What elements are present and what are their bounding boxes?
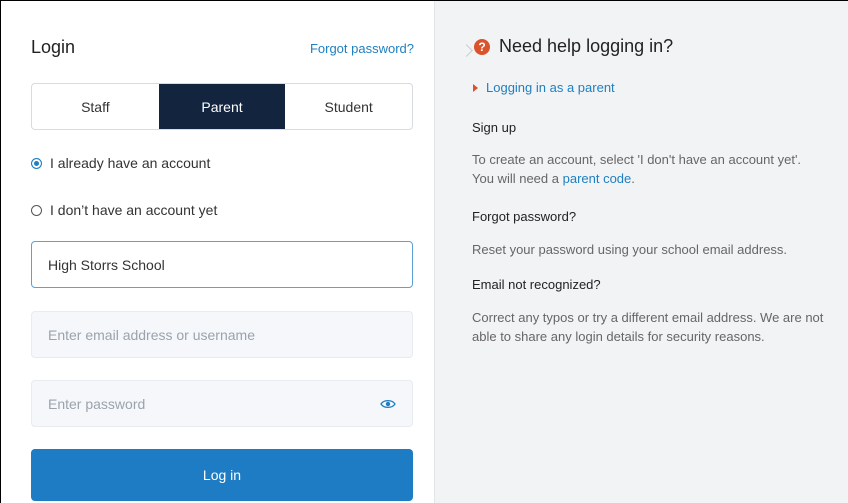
no-account-option[interactable]: I don’t have an account yet (31, 202, 217, 218)
tab-staff[interactable]: Staff (32, 84, 159, 129)
school-value: High Storrs School (48, 256, 165, 273)
question-icon: ? (474, 38, 490, 55)
forgot-heading: Forgot password? (472, 209, 577, 224)
role-tabs: Staff Parent Student (31, 83, 413, 130)
tab-student[interactable]: Student (285, 84, 412, 129)
parent-code-link[interactable]: parent code (563, 171, 632, 186)
eye-icon[interactable] (380, 396, 396, 412)
help-title-text: Need help logging in? (499, 36, 674, 56)
email-field[interactable]: Enter email address or username (31, 311, 413, 358)
school-field[interactable]: High Storrs School (31, 241, 413, 288)
password-placeholder: Enter password (48, 395, 146, 412)
signup-text-1: To create an account, select 'I don't ha… (472, 152, 802, 167)
signup-heading: Sign up (472, 120, 517, 135)
forgot-password-link[interactable]: Forgot password? (310, 41, 414, 56)
parent-help-link[interactable]: Logging in as a parent (473, 80, 615, 95)
parent-help-link-text: Logging in as a parent (486, 80, 615, 95)
radio-have-account[interactable] (31, 157, 42, 169)
help-title: ? Need help logging in? (474, 36, 673, 57)
have-account-option[interactable]: I already have an account (31, 155, 210, 171)
password-field[interactable]: Enter password (31, 380, 413, 427)
login-title: Login (31, 37, 76, 57)
no-account-label: I don’t have an account yet (50, 202, 218, 218)
signup-text: To create an account, select 'I don't ha… (472, 150, 842, 188)
signup-text-3: . (631, 171, 635, 186)
tab-parent[interactable]: Parent (158, 84, 286, 129)
have-account-label: I already have an account (50, 155, 211, 171)
email-heading: Email not recognized? (472, 277, 601, 292)
email-placeholder: Enter email address or username (48, 326, 255, 343)
login-panel: Login Forgot password? Staff Parent Stud… (1, 1, 434, 503)
forgot-text: Reset your password using your school em… (472, 242, 788, 257)
triangle-right-icon (473, 83, 478, 92)
signup-text-2: You will need a (472, 171, 559, 186)
radio-no-account[interactable] (31, 204, 42, 216)
email-text: Correct any typos or try a different ema… (472, 310, 824, 344)
login-button[interactable]: Log in (31, 449, 413, 501)
